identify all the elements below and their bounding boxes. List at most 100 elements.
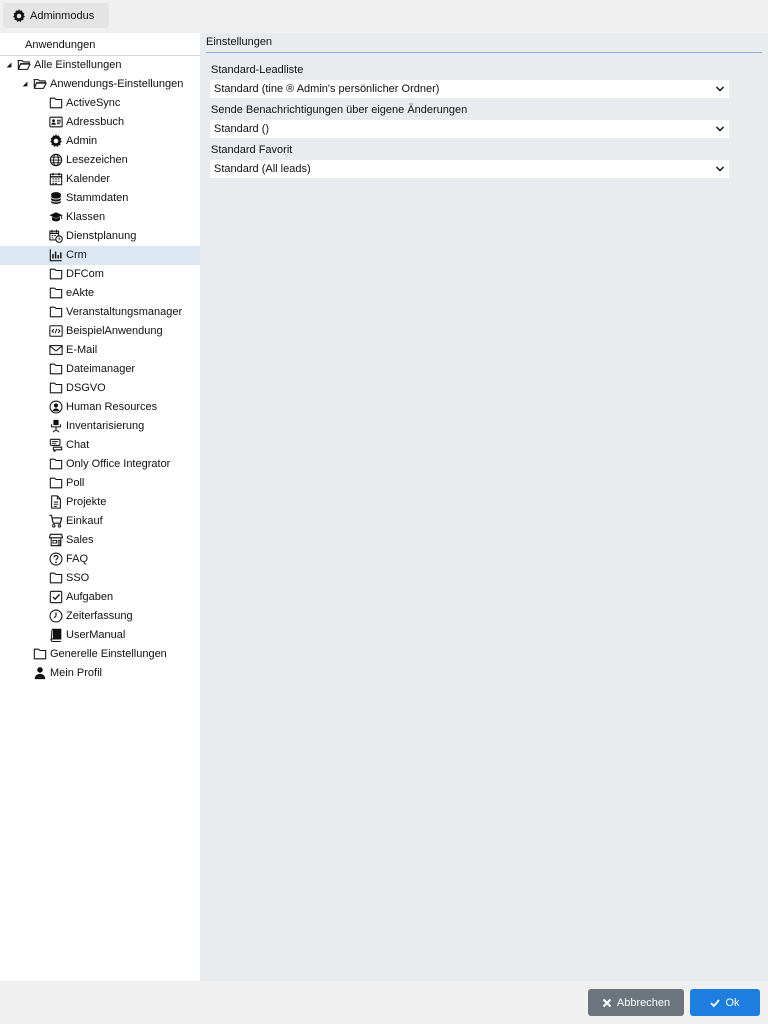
ok-label: Ok [725, 996, 740, 1009]
tree-item-admin[interactable]: Admin [0, 132, 200, 151]
chevron-down-icon [715, 166, 725, 172]
expanded-caret-icon[interactable] [4, 60, 14, 70]
cancel-button[interactable]: Abbrechen [588, 989, 684, 1016]
folder-icon [49, 362, 63, 376]
folder-open-icon [33, 77, 47, 91]
folder-icon [49, 571, 63, 585]
tree-item-only-office-integrator[interactable]: Only Office Integrator [0, 455, 200, 474]
tree-item-poll[interactable]: Poll [0, 474, 200, 493]
admin-mode-button[interactable]: Adminmodus [3, 3, 109, 28]
tree-item-dienstplanung[interactable]: Dienstplanung [0, 227, 200, 246]
field-label-default-favorite: Standard Favorit [211, 144, 293, 156]
folder-open-icon [17, 58, 31, 72]
tree-item-label: Admin [66, 135, 98, 147]
tree-item-dfcom[interactable]: DFCom [0, 265, 200, 284]
tree-item-crm[interactable]: Crm [0, 246, 200, 265]
tree-item-sso[interactable]: SSO [0, 569, 200, 588]
tree-item-chat[interactable]: Chat [0, 436, 200, 455]
field-label-notifications: Sende Benachrichtigungen über eigene Änd… [211, 104, 468, 116]
office-chair-icon [49, 419, 63, 433]
tree-item-general-settings[interactable]: Generelle Einstellungen [0, 645, 200, 664]
address-card-icon [49, 115, 63, 129]
tree-item-label: Dienstplanung [66, 230, 137, 242]
settings-panel: Einstellungen Standard-Leadliste Standar… [200, 33, 768, 981]
tree-item-label: DFCom [66, 268, 104, 280]
chevron-down-icon [715, 126, 725, 132]
tree-item-label: eAkte [66, 287, 95, 299]
folder-icon [49, 457, 63, 471]
settings-tree-panel: Anwendungen Alle Einstellungen Anwendung… [0, 33, 200, 981]
tree-item-projekte[interactable]: Projekte [0, 493, 200, 512]
folder-icon [49, 286, 63, 300]
top-bar: Adminmodus [0, 0, 768, 33]
close-icon [602, 998, 612, 1007]
gear-icon [49, 134, 63, 148]
tree-item-label: Klassen [66, 211, 106, 223]
user-circle-icon [49, 400, 63, 414]
select-value: Standard (All leads) [214, 163, 311, 175]
tree-item-label: BeispielAnwendung [66, 325, 163, 337]
tree-item-adressbuch[interactable]: Adressbuch [0, 113, 200, 132]
tree-item-inventarisierung[interactable]: Inventarisierung [0, 417, 200, 436]
folder-icon [49, 267, 63, 281]
tree-header: Anwendungen [0, 33, 200, 56]
tree-item-stammdaten[interactable]: Stammdaten [0, 189, 200, 208]
tree-item-label: DSGVO [66, 382, 106, 394]
tree-item-eakte[interactable]: eAkte [0, 284, 200, 303]
folder-icon [49, 476, 63, 490]
tree-item-beispielanwendung[interactable]: BeispielAnwendung [0, 322, 200, 341]
tree-item-label: Lesezeichen [66, 154, 128, 166]
tree-item-label: Dateimanager [66, 363, 136, 375]
tree-item-activesync[interactable]: ActiveSync [0, 94, 200, 113]
tree-item-kalender[interactable]: Kalender [0, 170, 200, 189]
tree-item-label: Veranstaltungsmanager [66, 306, 183, 318]
folder-icon [49, 305, 63, 319]
tree-item-sales[interactable]: Sales [0, 531, 200, 550]
tree-item-klassen[interactable]: Klassen [0, 208, 200, 227]
field-label-default-leadlist: Standard-Leadliste [211, 64, 304, 76]
tree-item-lesezeichen[interactable]: Lesezeichen [0, 151, 200, 170]
tree-item-human-resources[interactable]: Human Resources [0, 398, 200, 417]
cancel-label: Abbrechen [616, 996, 671, 1009]
tree-item-label: Projekte [66, 496, 107, 508]
tree-item-my-profile[interactable]: Mein Profil [0, 664, 200, 683]
tree-item-e-mail[interactable]: E-Mail [0, 341, 200, 360]
notifications-select[interactable]: Standard () [210, 120, 729, 138]
tree-item-aufgaben[interactable]: Aufgaben [0, 588, 200, 607]
question-circle-icon [49, 552, 63, 566]
tree-item-dateimanager[interactable]: Dateimanager [0, 360, 200, 379]
settings-header: Einstellungen [206, 36, 762, 53]
tree-item-einkauf[interactable]: Einkauf [0, 512, 200, 531]
tree-item-dsgvo[interactable]: DSGVO [0, 379, 200, 398]
check-icon [710, 998, 721, 1007]
select-value: Standard () [214, 123, 270, 135]
tree-item-root[interactable]: Alle Einstellungen [0, 56, 200, 75]
tree-item-veranstaltungsmanager[interactable]: Veranstaltungsmanager [0, 303, 200, 322]
store-icon [49, 533, 63, 547]
graduation-cap-icon [49, 210, 63, 224]
tree-item-label: Adressbuch [66, 116, 125, 128]
user-icon [33, 666, 47, 680]
tree-item-label: Kalender [66, 173, 111, 185]
expanded-caret-icon[interactable] [20, 79, 30, 89]
default-favorite-select[interactable]: Standard (All leads) [210, 160, 729, 178]
tree-item-label: Mein Profil [50, 667, 102, 679]
folder-icon [49, 96, 63, 110]
tree-item-zeiterfassung[interactable]: Zeiterfassung [0, 607, 200, 626]
chevron-down-icon [715, 86, 725, 92]
tree-item-faq[interactable]: FAQ [0, 550, 200, 569]
settings-tree: Alle Einstellungen Anwendungs-Einstellun… [0, 56, 200, 683]
ok-button[interactable]: Ok [690, 989, 760, 1016]
tree-item-label: Aufgaben [66, 591, 114, 603]
tree-item-usermanual[interactable]: UserManual [0, 626, 200, 645]
tree-item-label: FAQ [66, 553, 89, 565]
tree-item-label: Inventarisierung [66, 420, 145, 432]
tree-item-label: UserManual [66, 629, 126, 641]
tree-item-label: ActiveSync [66, 97, 121, 109]
default-leadlist-select[interactable]: Standard (tine ® Admin's persönlicher Or… [210, 80, 729, 98]
admin-mode-label: Adminmodus [30, 9, 95, 22]
checkbox-icon [49, 590, 63, 604]
book-icon [49, 628, 63, 642]
tree-item-app-settings[interactable]: Anwendungs-Einstellungen [0, 75, 200, 94]
tree-item-label: Human Resources [66, 401, 158, 413]
